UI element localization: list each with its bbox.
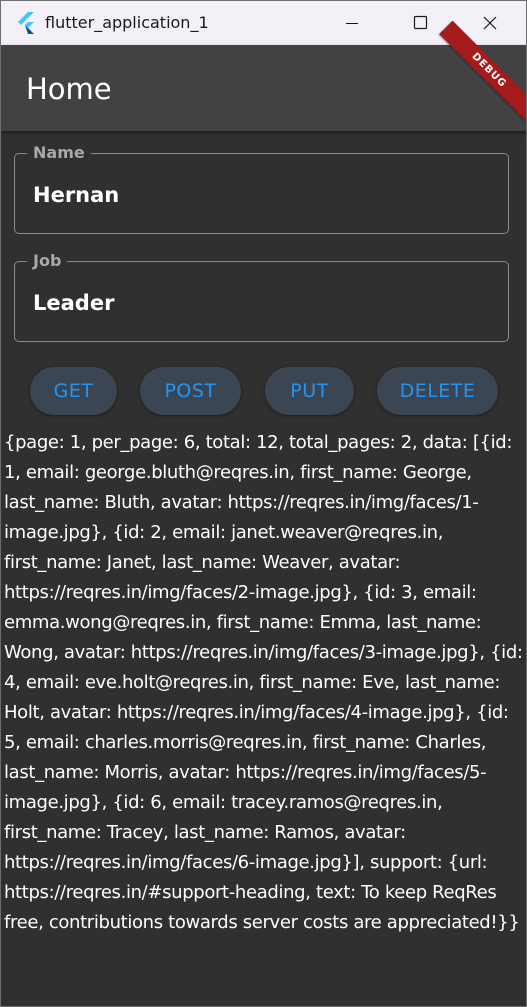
post-button[interactable]: POST [140,367,241,415]
name-field[interactable]: Name Hernan [14,142,509,234]
minimize-icon [346,23,358,24]
job-field-label: Job [27,250,68,272]
close-icon [483,16,497,30]
maximize-icon [413,15,428,30]
app-bar: Home DEBUG [1,20,526,131]
flutter-logo-icon [18,12,34,34]
page-title: Home [26,72,112,106]
delete-button[interactable]: DELETE [377,367,498,415]
put-button[interactable]: PUT [265,367,354,415]
app-window: flutter_application_1 Home DEBUG Name He… [0,0,527,1007]
name-field-value[interactable]: Hernan [33,181,119,209]
minimize-button[interactable] [318,1,386,45]
job-field-value[interactable]: Leader [33,289,114,317]
page-body: Name Hernan Job Leader GET POST PUT DELE… [1,131,526,1006]
get-button[interactable]: GET [30,367,117,415]
name-field-label: Name [27,142,91,164]
response-text: {page: 1, per_page: 6, total: 12, total_… [4,432,523,933]
job-field[interactable]: Job Leader [14,250,509,342]
window-title: flutter_application_1 [45,13,209,32]
